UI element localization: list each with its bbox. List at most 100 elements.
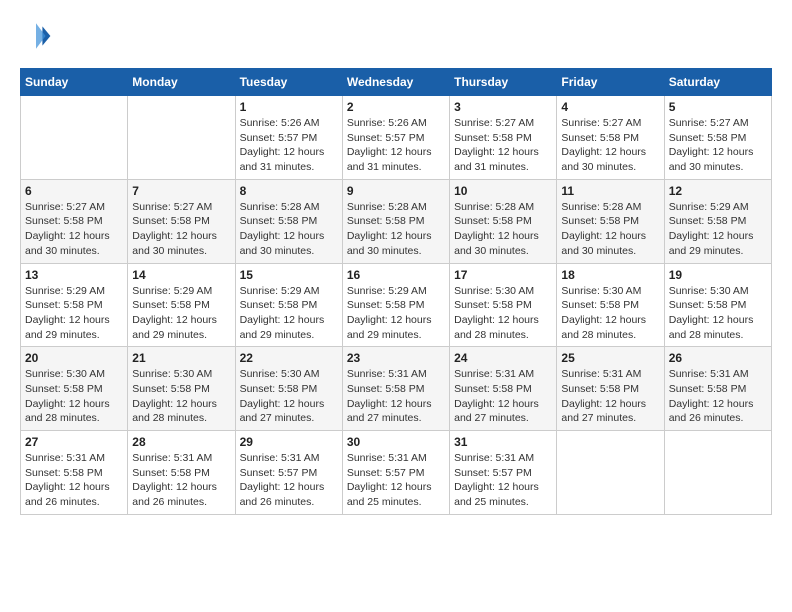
- weekday-header-cell: Monday: [128, 69, 235, 96]
- calendar-day-cell: 9 Sunrise: 5:28 AM Sunset: 5:58 PM Daylig…: [342, 179, 449, 263]
- calendar-day-cell: 23 Sunrise: 5:31 AM Sunset: 5:58 PM Dayli…: [342, 347, 449, 431]
- day-number: 30: [347, 435, 445, 449]
- day-info: Sunrise: 5:27 AM Sunset: 5:58 PM Dayligh…: [561, 116, 659, 175]
- day-number: 3: [454, 100, 552, 114]
- day-number: 2: [347, 100, 445, 114]
- day-number: 19: [669, 268, 767, 282]
- calendar-week-row: 13 Sunrise: 5:29 AM Sunset: 5:58 PM Dayli…: [21, 263, 772, 347]
- day-info: Sunrise: 5:29 AM Sunset: 5:58 PM Dayligh…: [347, 284, 445, 343]
- logo: [20, 20, 56, 52]
- day-number: 16: [347, 268, 445, 282]
- day-info: Sunrise: 5:31 AM Sunset: 5:58 PM Dayligh…: [132, 451, 230, 510]
- day-number: 7: [132, 184, 230, 198]
- calendar-day-cell: 2 Sunrise: 5:26 AM Sunset: 5:57 PM Daylig…: [342, 96, 449, 180]
- calendar-day-cell: 29Sunrise: 5:31 AM Sunset: 5:57 PM Dayli…: [235, 431, 342, 515]
- calendar-day-cell: 26 Sunrise: 5:31 AM Sunset: 5:58 PM Dayli…: [664, 347, 771, 431]
- calendar-week-row: 6 Sunrise: 5:27 AM Sunset: 5:58 PM Daylig…: [21, 179, 772, 263]
- day-info: Sunrise: 5:28 AM Sunset: 5:58 PM Dayligh…: [347, 200, 445, 259]
- day-number: 9: [347, 184, 445, 198]
- day-info: Sunrise: 5:29 AM Sunset: 5:58 PM Dayligh…: [25, 284, 123, 343]
- calendar-week-row: 27Sunrise: 5:31 AM Sunset: 5:58 PM Dayli…: [21, 431, 772, 515]
- weekday-header-cell: Thursday: [450, 69, 557, 96]
- calendar-day-cell: 6 Sunrise: 5:27 AM Sunset: 5:58 PM Daylig…: [21, 179, 128, 263]
- day-info: Sunrise: 5:30 AM Sunset: 5:58 PM Dayligh…: [25, 367, 123, 426]
- day-info: Sunrise: 5:27 AM Sunset: 5:58 PM Dayligh…: [669, 116, 767, 175]
- day-number: 17: [454, 268, 552, 282]
- calendar-day-cell: 19 Sunrise: 5:30 AM Sunset: 5:58 PM Dayli…: [664, 263, 771, 347]
- day-info: Sunrise: 5:30 AM Sunset: 5:58 PM Dayligh…: [454, 284, 552, 343]
- day-number: 26: [669, 351, 767, 365]
- calendar-day-cell: 15Sunrise: 5:29 AM Sunset: 5:58 PM Dayli…: [235, 263, 342, 347]
- day-info: Sunrise: 5:30 AM Sunset: 5:58 PM Dayligh…: [240, 367, 338, 426]
- day-info: Sunrise: 5:27 AM Sunset: 5:58 PM Dayligh…: [454, 116, 552, 175]
- day-number: 5: [669, 100, 767, 114]
- day-info: Sunrise: 5:29 AM Sunset: 5:58 PM Dayligh…: [669, 200, 767, 259]
- day-number: 31: [454, 435, 552, 449]
- day-number: 11: [561, 184, 659, 198]
- day-number: 14: [132, 268, 230, 282]
- calendar-day-cell: 28 Sunrise: 5:31 AM Sunset: 5:58 PM Dayli…: [128, 431, 235, 515]
- day-info: Sunrise: 5:31 AM Sunset: 5:58 PM Dayligh…: [669, 367, 767, 426]
- calendar-day-cell: [557, 431, 664, 515]
- day-number: 10: [454, 184, 552, 198]
- weekday-header-cell: Sunday: [21, 69, 128, 96]
- calendar-day-cell: 12 Sunrise: 5:29 AM Sunset: 5:58 PM Dayli…: [664, 179, 771, 263]
- calendar-day-cell: 17 Sunrise: 5:30 AM Sunset: 5:58 PM Dayli…: [450, 263, 557, 347]
- calendar-body: 1Sunrise: 5:26 AM Sunset: 5:57 PM Daylig…: [21, 96, 772, 515]
- calendar-week-row: 1Sunrise: 5:26 AM Sunset: 5:57 PM Daylig…: [21, 96, 772, 180]
- calendar-day-cell: 1Sunrise: 5:26 AM Sunset: 5:57 PM Daylig…: [235, 96, 342, 180]
- day-info: Sunrise: 5:31 AM Sunset: 5:57 PM Dayligh…: [454, 451, 552, 510]
- day-info: Sunrise: 5:26 AM Sunset: 5:57 PM Dayligh…: [240, 116, 338, 175]
- weekday-header-row: SundayMondayTuesdayWednesdayThursdayFrid…: [21, 69, 772, 96]
- day-info: Sunrise: 5:31 AM Sunset: 5:57 PM Dayligh…: [240, 451, 338, 510]
- day-number: 25: [561, 351, 659, 365]
- day-info: Sunrise: 5:31 AM Sunset: 5:58 PM Dayligh…: [347, 367, 445, 426]
- calendar-day-cell: 13 Sunrise: 5:29 AM Sunset: 5:58 PM Dayli…: [21, 263, 128, 347]
- calendar-day-cell: 25 Sunrise: 5:31 AM Sunset: 5:58 PM Dayli…: [557, 347, 664, 431]
- day-number: 20: [25, 351, 123, 365]
- day-number: 13: [25, 268, 123, 282]
- day-info: Sunrise: 5:31 AM Sunset: 5:58 PM Dayligh…: [561, 367, 659, 426]
- day-info: Sunrise: 5:31 AM Sunset: 5:58 PM Dayligh…: [454, 367, 552, 426]
- calendar-day-cell: 10 Sunrise: 5:28 AM Sunset: 5:58 PM Dayli…: [450, 179, 557, 263]
- day-number: 18: [561, 268, 659, 282]
- calendar-day-cell: 8 Sunrise: 5:28 AM Sunset: 5:58 PM Daylig…: [235, 179, 342, 263]
- weekday-header-cell: Tuesday: [235, 69, 342, 96]
- calendar-day-cell: 5 Sunrise: 5:27 AM Sunset: 5:58 PM Daylig…: [664, 96, 771, 180]
- logo-icon: [20, 20, 52, 52]
- day-number: 8: [240, 184, 338, 198]
- day-info: Sunrise: 5:28 AM Sunset: 5:58 PM Dayligh…: [454, 200, 552, 259]
- day-info: Sunrise: 5:27 AM Sunset: 5:58 PM Dayligh…: [25, 200, 123, 259]
- calendar-day-cell: 24 Sunrise: 5:31 AM Sunset: 5:58 PM Dayli…: [450, 347, 557, 431]
- day-info: Sunrise: 5:27 AM Sunset: 5:58 PM Dayligh…: [132, 200, 230, 259]
- day-info: Sunrise: 5:31 AM Sunset: 5:58 PM Dayligh…: [25, 451, 123, 510]
- calendar-day-cell: [21, 96, 128, 180]
- day-info: Sunrise: 5:26 AM Sunset: 5:57 PM Dayligh…: [347, 116, 445, 175]
- day-number: 23: [347, 351, 445, 365]
- calendar-day-cell: 22 Sunrise: 5:30 AM Sunset: 5:58 PM Dayli…: [235, 347, 342, 431]
- day-info: Sunrise: 5:31 AM Sunset: 5:57 PM Dayligh…: [347, 451, 445, 510]
- day-number: 12: [669, 184, 767, 198]
- weekday-header-cell: Saturday: [664, 69, 771, 96]
- day-info: Sunrise: 5:30 AM Sunset: 5:58 PM Dayligh…: [561, 284, 659, 343]
- day-number: 24: [454, 351, 552, 365]
- day-number: 21: [132, 351, 230, 365]
- day-info: Sunrise: 5:28 AM Sunset: 5:58 PM Dayligh…: [561, 200, 659, 259]
- calendar-day-cell: 20 Sunrise: 5:30 AM Sunset: 5:58 PM Dayli…: [21, 347, 128, 431]
- page-header: [20, 20, 772, 52]
- weekday-header-cell: Wednesday: [342, 69, 449, 96]
- day-info: Sunrise: 5:29 AM Sunset: 5:58 PM Dayligh…: [132, 284, 230, 343]
- calendar-week-row: 20 Sunrise: 5:30 AM Sunset: 5:58 PM Dayli…: [21, 347, 772, 431]
- calendar-day-cell: 11 Sunrise: 5:28 AM Sunset: 5:58 PM Dayli…: [557, 179, 664, 263]
- day-info: Sunrise: 5:28 AM Sunset: 5:58 PM Dayligh…: [240, 200, 338, 259]
- day-number: 6: [25, 184, 123, 198]
- day-number: 22: [240, 351, 338, 365]
- calendar-day-cell: 3 Sunrise: 5:27 AM Sunset: 5:58 PM Daylig…: [450, 96, 557, 180]
- calendar-day-cell: 27Sunrise: 5:31 AM Sunset: 5:58 PM Dayli…: [21, 431, 128, 515]
- day-info: Sunrise: 5:30 AM Sunset: 5:58 PM Dayligh…: [669, 284, 767, 343]
- calendar-day-cell: [128, 96, 235, 180]
- day-number: 28: [132, 435, 230, 449]
- calendar-day-cell: [664, 431, 771, 515]
- calendar-day-cell: 31 Sunrise: 5:31 AM Sunset: 5:57 PM Dayli…: [450, 431, 557, 515]
- calendar-day-cell: 7 Sunrise: 5:27 AM Sunset: 5:58 PM Daylig…: [128, 179, 235, 263]
